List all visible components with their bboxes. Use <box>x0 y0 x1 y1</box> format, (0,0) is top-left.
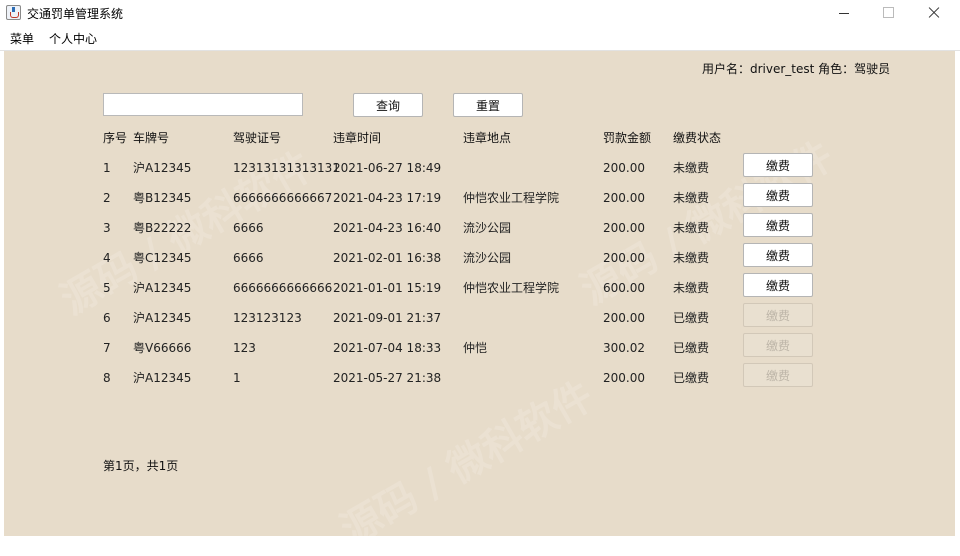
reset-button[interactable]: 重置 <box>453 93 523 117</box>
header-amount: 罚款金额 <box>603 131 652 145</box>
cell-license: 6666 <box>233 221 264 235</box>
cell-time: 2021-07-04 18:33 <box>333 341 442 355</box>
cell-plate: 粤V66666 <box>133 341 192 355</box>
cell-license: 123 <box>233 341 256 355</box>
cell-status: 未缴费 <box>673 221 710 235</box>
cell-plate: 沪A12345 <box>133 371 192 385</box>
watermark: 源码 / 微科软件 <box>333 372 602 554</box>
search-input[interactable] <box>103 93 303 116</box>
pay-button[interactable]: 缴费 <box>743 273 813 297</box>
cell-location: 仲恺农业工程学院 <box>463 281 560 295</box>
user-info: 用户名：driver_test 角色：驾驶员 <box>702 62 891 76</box>
cell-index: 2 <box>103 191 111 205</box>
header-index: 序号 <box>103 131 128 145</box>
pay-button[interactable]: 缴费 <box>743 183 813 207</box>
cell-time: 2021-04-23 16:40 <box>333 221 442 235</box>
cell-plate: 粤B22222 <box>133 221 192 235</box>
window-border-bottom <box>0 536 960 540</box>
pay-button[interactable]: 缴费 <box>743 213 813 237</box>
cell-time: 2021-05-27 21:38 <box>333 371 442 385</box>
cell-amount: 200.00 <box>603 221 645 235</box>
cell-plate: 粤B12345 <box>133 191 192 205</box>
cell-license: 6666666666667 <box>233 191 333 205</box>
close-button[interactable] <box>911 0 957 26</box>
cell-status: 未缴费 <box>673 161 710 175</box>
cell-status: 已缴费 <box>673 341 710 355</box>
header-plate: 车牌号 <box>133 131 170 145</box>
cell-license: 6666666666666 <box>233 281 333 295</box>
header-time: 违章时间 <box>333 131 382 145</box>
cell-plate: 沪A12345 <box>133 281 192 295</box>
menu-main[interactable]: 菜单 <box>10 30 34 47</box>
cell-time: 2021-06-27 18:49 <box>333 161 442 175</box>
header-status: 缴费状态 <box>673 131 722 145</box>
pay-button[interactable]: 缴费 <box>743 243 813 267</box>
pay-button-disabled: 缴费 <box>743 333 813 357</box>
title-bar: 交通罚单管理系统 <box>0 0 960 26</box>
cell-license: 123123123 <box>233 311 302 325</box>
minimize-button[interactable] <box>821 0 867 26</box>
window-title: 交通罚单管理系统 <box>27 7 124 21</box>
pagination-info: 第1页，共1页 <box>103 459 179 473</box>
cell-status: 未缴费 <box>673 251 710 265</box>
cell-amount: 600.00 <box>603 281 645 295</box>
cell-time: 2021-04-23 17:19 <box>333 191 442 205</box>
pay-button[interactable]: 缴费 <box>743 153 813 177</box>
cell-amount: 200.00 <box>603 371 645 385</box>
cell-location: 流沙公园 <box>463 251 512 265</box>
menu-personal-center[interactable]: 个人中心 <box>49 30 97 47</box>
cell-time: 2021-02-01 16:38 <box>333 251 442 265</box>
menu-bar: 菜单 个人中心 <box>0 26 960 51</box>
java-app-icon <box>6 5 21 20</box>
cell-amount: 300.02 <box>603 341 645 355</box>
cell-status: 已缴费 <box>673 371 710 385</box>
cell-time: 2021-09-01 21:37 <box>333 311 442 325</box>
cell-location: 仲恺 <box>463 341 488 355</box>
cell-plate: 沪A12345 <box>133 311 192 325</box>
cell-license: 12313131313131 <box>233 161 340 175</box>
cell-status: 未缴费 <box>673 191 710 205</box>
cell-index: 6 <box>103 311 111 325</box>
window-border-right <box>955 51 960 540</box>
header-license: 驾驶证号 <box>233 131 282 145</box>
cell-index: 4 <box>103 251 111 265</box>
header-location: 违章地点 <box>463 131 512 145</box>
cell-amount: 200.00 <box>603 191 645 205</box>
cell-location: 仲恺农业工程学院 <box>463 191 560 205</box>
cell-status: 未缴费 <box>673 281 710 295</box>
cell-time: 2021-01-01 15:19 <box>333 281 442 295</box>
cell-location: 流沙公园 <box>463 221 512 235</box>
cell-index: 3 <box>103 221 111 235</box>
cell-status: 已缴费 <box>673 311 710 325</box>
pay-button-disabled: 缴费 <box>743 363 813 387</box>
query-button[interactable]: 查询 <box>353 93 423 117</box>
cell-index: 5 <box>103 281 111 295</box>
cell-license: 6666 <box>233 251 264 265</box>
cell-amount: 200.00 <box>603 311 645 325</box>
cell-index: 7 <box>103 341 111 355</box>
cell-license: 1 <box>233 371 241 385</box>
cell-amount: 200.00 <box>603 251 645 265</box>
cell-index: 1 <box>103 161 111 175</box>
cell-amount: 200.00 <box>603 161 645 175</box>
cell-index: 8 <box>103 371 111 385</box>
pay-button-disabled: 缴费 <box>743 303 813 327</box>
cell-plate: 沪A12345 <box>133 161 192 175</box>
maximize-button[interactable] <box>865 0 911 26</box>
cell-plate: 粤C12345 <box>133 251 192 265</box>
